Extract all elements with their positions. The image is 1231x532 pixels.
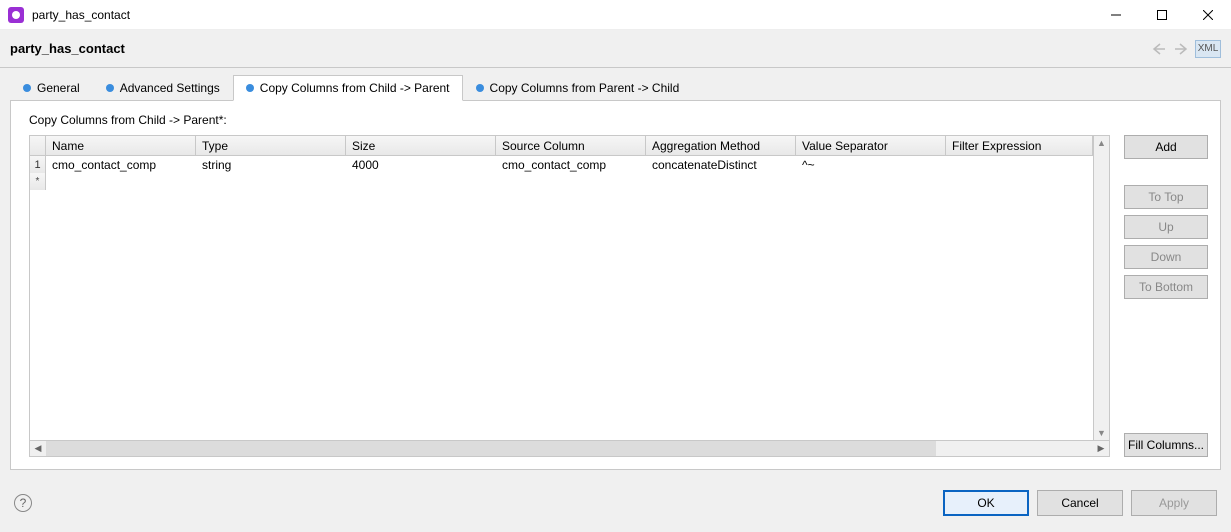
tab-general[interactable]: General — [10, 75, 93, 100]
vertical-scrollbar[interactable]: ▲ ▼ — [1093, 136, 1109, 440]
columns-grid[interactable]: Name Type Size Source Column Aggregation… — [29, 135, 1110, 441]
cell-aggregation-method[interactable]: concatenateDistinct — [646, 156, 796, 173]
fill-columns-button[interactable]: Fill Columns... — [1124, 433, 1208, 457]
down-button[interactable]: Down — [1124, 245, 1208, 269]
row-header-corner — [30, 136, 46, 155]
header-bar: party_has_contact XML — [0, 30, 1231, 68]
scroll-up-icon[interactable]: ▲ — [1094, 136, 1109, 150]
horizontal-scrollbar[interactable]: ◀ ▶ — [29, 441, 1110, 457]
new-row[interactable]: * — [30, 173, 1093, 190]
scroll-right-icon[interactable]: ▶ — [1093, 441, 1109, 456]
bullet-icon — [476, 84, 484, 92]
bullet-icon — [246, 84, 254, 92]
cell-value-separator[interactable]: ^~ — [796, 156, 946, 173]
col-header-value-separator[interactable]: Value Separator — [796, 136, 946, 155]
ok-button[interactable]: OK — [943, 490, 1029, 516]
tab-content: Copy Columns from Child -> Parent*: Name… — [10, 100, 1221, 470]
grid-wrap: Name Type Size Source Column Aggregation… — [29, 135, 1110, 457]
to-top-button[interactable]: To Top — [1124, 185, 1208, 209]
cancel-button[interactable]: Cancel — [1037, 490, 1123, 516]
titlebar: party_has_contact — [0, 0, 1231, 30]
scroll-down-icon[interactable]: ▼ — [1094, 426, 1109, 440]
close-button[interactable] — [1185, 0, 1231, 30]
tab-label: Advanced Settings — [120, 81, 220, 95]
cell-size[interactable]: 4000 — [346, 156, 496, 173]
xml-button[interactable]: XML — [1195, 40, 1221, 58]
nav-forward-icon[interactable] — [1171, 39, 1191, 59]
minimize-button[interactable] — [1093, 0, 1139, 30]
scroll-left-icon[interactable]: ◀ — [30, 441, 46, 456]
col-header-size[interactable]: Size — [346, 136, 496, 155]
nav-back-icon[interactable] — [1149, 39, 1169, 59]
cell-name[interactable]: cmo_contact_comp — [46, 156, 196, 173]
help-icon[interactable]: ? — [14, 494, 32, 512]
window-title: party_has_contact — [32, 8, 130, 22]
tab-label: Copy Columns from Child -> Parent — [260, 81, 450, 95]
grid-body: 1 cmo_contact_comp string 4000 cmo_conta… — [30, 156, 1093, 440]
col-header-source-column[interactable]: Source Column — [496, 136, 646, 155]
new-row-marker: * — [30, 173, 46, 190]
table-row[interactable]: 1 cmo_contact_comp string 4000 cmo_conta… — [30, 156, 1093, 173]
cell-source-column[interactable]: cmo_contact_comp — [496, 156, 646, 173]
row-number: 1 — [30, 156, 46, 173]
app-icon — [8, 7, 24, 23]
window: party_has_contact party_has_contact XML … — [0, 0, 1231, 532]
page-title: party_has_contact — [10, 41, 125, 56]
grid-area: Name Type Size Source Column Aggregation… — [29, 135, 1208, 457]
add-button[interactable]: Add — [1124, 135, 1208, 159]
maximize-button[interactable] — [1139, 0, 1185, 30]
scroll-thumb[interactable] — [46, 441, 936, 456]
cell-filter-expression[interactable] — [946, 156, 1093, 173]
scroll-track[interactable] — [46, 441, 1093, 456]
apply-button[interactable]: Apply — [1131, 490, 1217, 516]
grid-header: Name Type Size Source Column Aggregation… — [30, 136, 1093, 156]
tab-label: General — [37, 81, 80, 95]
col-header-type[interactable]: Type — [196, 136, 346, 155]
to-bottom-button[interactable]: To Bottom — [1124, 275, 1208, 299]
tab-advanced-settings[interactable]: Advanced Settings — [93, 75, 233, 100]
col-header-name[interactable]: Name — [46, 136, 196, 155]
tab-copy-parent-to-child[interactable]: Copy Columns from Parent -> Child — [463, 75, 693, 100]
up-button[interactable]: Up — [1124, 215, 1208, 239]
side-buttons: Add To Top Up Down To Bottom Fill Column… — [1124, 135, 1208, 457]
tab-copy-child-to-parent[interactable]: Copy Columns from Child -> Parent — [233, 75, 463, 101]
col-header-aggregation-method[interactable]: Aggregation Method — [646, 136, 796, 155]
cell-type[interactable]: string — [196, 156, 346, 173]
tab-strip: General Advanced Settings Copy Columns f… — [0, 68, 1231, 100]
footer: ? OK Cancel Apply — [0, 480, 1231, 532]
bullet-icon — [106, 84, 114, 92]
col-header-filter-expression[interactable]: Filter Expression — [946, 136, 1093, 155]
tab-label: Copy Columns from Parent -> Child — [490, 81, 680, 95]
bullet-icon — [23, 84, 31, 92]
section-label: Copy Columns from Child -> Parent*: — [29, 113, 1208, 127]
